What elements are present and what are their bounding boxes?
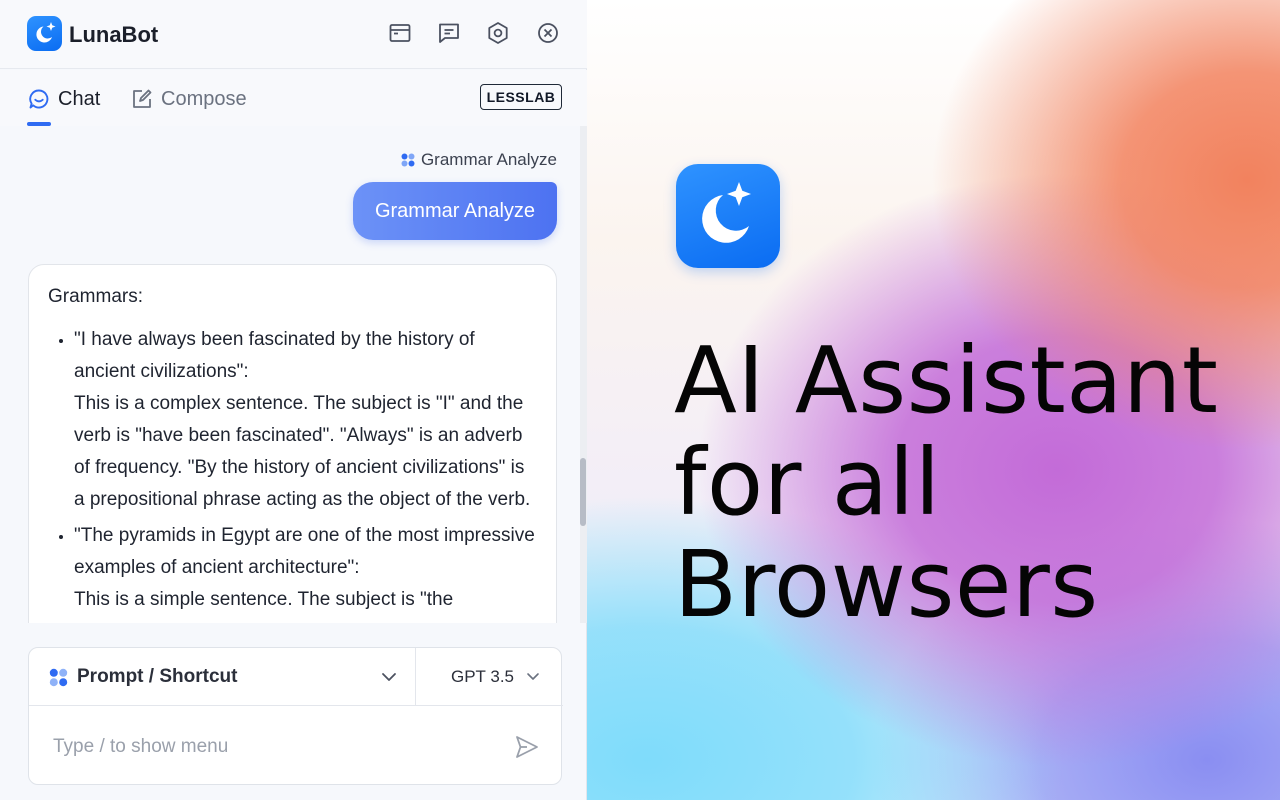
- user-message-bubble: Grammar Analyze: [353, 182, 557, 240]
- feedback-icon[interactable]: [436, 20, 462, 46]
- model-label: GPT 3.5: [451, 667, 514, 686]
- app-logo: [27, 16, 62, 51]
- message-composer: Prompt / Shortcut GPT 3.5: [28, 647, 563, 785]
- header-bar: LunaBot: [0, 0, 587, 69]
- tab-compose[interactable]: Compose: [131, 86, 247, 112]
- chat-bubble-icon: [29, 89, 49, 109]
- moon-sparkle-icon: [702, 182, 751, 243]
- chevron-down-icon: [527, 673, 539, 680]
- moon-sparkle-icon: [36, 22, 56, 43]
- list-item: "I have always been fascinated by the hi…: [74, 324, 536, 516]
- close-icon[interactable]: [535, 20, 561, 46]
- chevron-down-icon: [382, 673, 396, 681]
- tab-chat-label: Chat: [58, 87, 101, 110]
- composer-options: Prompt / Shortcut GPT 3.5: [29, 648, 563, 706]
- lesslab-badge[interactable]: LESSLAB: [480, 84, 562, 110]
- list-item: "The pyramids in Egypt are one of the mo…: [74, 520, 536, 623]
- sentence-explanation: This is a simple sentence. The subject i…: [74, 589, 454, 623]
- prompt-shortcut-dropdown[interactable]: Prompt / Shortcut: [29, 648, 415, 706]
- shortcut-grid-icon: [49, 668, 68, 686]
- shortcut-tag-label: Grammar Analyze: [420, 150, 557, 169]
- reply-heading: Grammars:: [48, 286, 143, 307]
- sentence-explanation: This is a complex sentence. The subject …: [74, 393, 531, 510]
- tab-chat[interactable]: Chat: [28, 86, 100, 112]
- bot-reply-card: Grammars: "I have always been fascinated…: [28, 264, 557, 623]
- extension-panel: LunaBot Chat Compose LESSLAB Grammar Ana…: [0, 0, 587, 800]
- hero-headline-line: Browsers: [674, 531, 1099, 638]
- edit-icon: [133, 89, 152, 108]
- model-dropdown[interactable]: GPT 3.5: [416, 648, 563, 706]
- shortcut-tag: Grammar Analyze: [401, 150, 557, 170]
- send-icon: [516, 736, 538, 758]
- grammar-list: "I have always been fascinated by the hi…: [48, 324, 536, 623]
- hero-headline-line: AI Assistant: [674, 327, 1219, 434]
- sentence-quote: "The pyramids in Egypt are one of the mo…: [74, 525, 535, 578]
- send-button[interactable]: [513, 733, 541, 761]
- hero-headline: AI Assistant for all Browsers: [674, 330, 1274, 636]
- chat-scrollbar[interactable]: [580, 126, 587, 623]
- chat-scrollbar-thumb[interactable]: [580, 458, 586, 526]
- promo-hero: AI Assistant for all Browsers: [587, 0, 1280, 800]
- shortcut-grid-icon: [401, 153, 415, 167]
- hero-headline-line: for all: [674, 429, 941, 536]
- window-icon[interactable]: [387, 20, 413, 46]
- gear-icon[interactable]: [485, 20, 511, 46]
- message-input[interactable]: [53, 734, 493, 760]
- prompt-shortcut-label: Prompt / Shortcut: [77, 666, 238, 687]
- app-name: LunaBot: [69, 22, 159, 47]
- sentence-quote: "I have always been fascinated by the hi…: [74, 329, 475, 382]
- tab-compose-label: Compose: [161, 87, 247, 110]
- app-icon-large: [676, 164, 780, 268]
- chat-history[interactable]: Grammar Analyze Grammar Analyze Grammars…: [0, 126, 587, 623]
